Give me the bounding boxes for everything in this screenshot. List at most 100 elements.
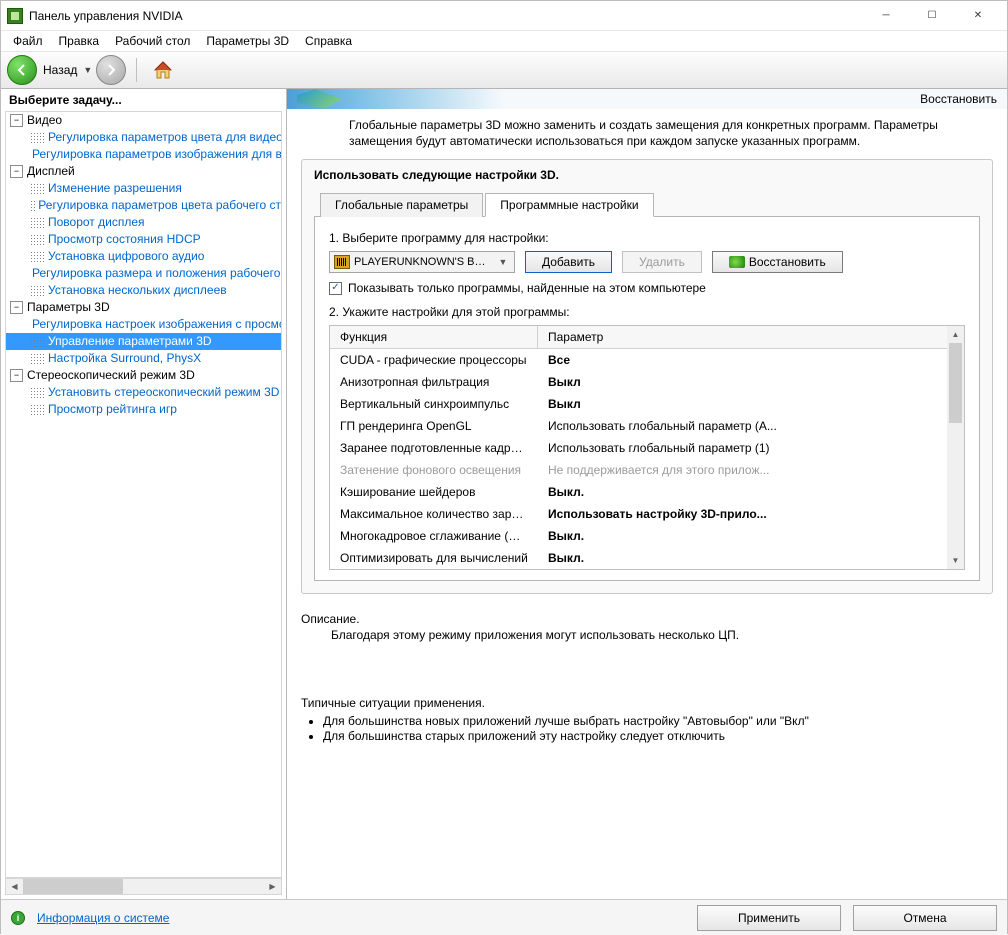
cancel-button[interactable]: Отмена [853, 905, 997, 931]
tab-global[interactable]: Глобальные параметры [320, 193, 483, 217]
page-banner: Восстановить [287, 89, 1007, 109]
col-header-function[interactable]: Функция [330, 326, 538, 349]
system-info-link[interactable]: Информация о системе [37, 911, 169, 925]
tree-dotline [30, 285, 46, 297]
setting-value: Использовать настройку 3D-прило... [538, 505, 947, 523]
scroll-up-arrow[interactable]: ▲ [947, 326, 964, 343]
tree-item[interactable]: Установка цифрового аудио [6, 248, 282, 265]
tree-category[interactable]: −Дисплей [6, 163, 282, 180]
tree-expander-icon[interactable]: − [10, 301, 23, 314]
tree-item[interactable]: Управление параметрами 3D [6, 333, 282, 350]
tree-expander-icon[interactable]: − [10, 114, 23, 127]
delete-button: Удалить [622, 251, 702, 273]
table-row[interactable]: Максимальное количество заранее ...Испол… [330, 503, 947, 525]
tab-body: 1. Выберите программу для настройки: PLA… [314, 216, 980, 581]
navigation-toolbar: Назад ▼ [1, 51, 1007, 89]
tab-program[interactable]: Программные настройки [485, 193, 653, 217]
menu-desktop[interactable]: Рабочий стол [107, 32, 198, 50]
tree-item-label: Установить стереоскопический режим 3D [48, 384, 279, 401]
forward-button[interactable] [96, 55, 126, 85]
nvidia-logo-icon [729, 256, 745, 268]
menu-edit[interactable]: Правка [51, 32, 108, 50]
tree-item[interactable]: Установить стереоскопический режим 3D [6, 384, 282, 401]
setting-function: Многокадровое сглаживание (MFAA) [330, 527, 538, 545]
table-row[interactable]: Кэширование шейдеровВыкл. [330, 481, 947, 503]
tree-item[interactable]: Регулировка размера и положения рабочего… [6, 265, 282, 282]
show-only-found-checkbox[interactable]: ✓ [329, 282, 342, 295]
scroll-down-arrow[interactable]: ▼ [947, 552, 964, 569]
window-title: Панель управления NVIDIA [29, 9, 863, 23]
scroll-thumb[interactable] [23, 879, 123, 894]
restore-program-button[interactable]: Восстановить [712, 251, 843, 273]
table-row[interactable]: Многокадровое сглаживание (MFAA)Выкл. [330, 525, 947, 547]
setting-function: ГП рендеринга OpenGL [330, 417, 538, 435]
table-vertical-scrollbar[interactable]: ▲ ▼ [947, 326, 964, 569]
usage-list-item: Для большинства новых приложений лучше в… [323, 714, 993, 728]
show-only-found-label: Показывать только программы, найденные н… [348, 281, 706, 295]
table-row[interactable]: ГП рендеринга OpenGLИспользовать глобаль… [330, 415, 947, 437]
tree-dotline [30, 234, 46, 246]
tree-item[interactable]: Регулировка параметров цвета для видео [6, 129, 282, 146]
menu-params3d[interactable]: Параметры 3D [198, 32, 297, 50]
menu-help[interactable]: Справка [297, 32, 360, 50]
tree-dotline [30, 251, 46, 263]
maximize-button[interactable]: ☐ [909, 1, 955, 31]
tree-category-label: Параметры 3D [27, 299, 110, 316]
tree-category[interactable]: −Стереоскопический режим 3D [6, 367, 282, 384]
tree-dotline [30, 183, 46, 195]
program-selected-text: PLAYERUNKNOWN'S BATTLEGR... [354, 256, 490, 268]
table-row[interactable]: Заранее подготовленные кадры ви...Исполь… [330, 437, 947, 459]
setting-value: Выкл [538, 373, 947, 391]
usage-title: Типичные ситуации применения. [301, 696, 993, 710]
tree-horizontal-scrollbar[interactable]: ◀ ▶ [5, 878, 282, 895]
scroll-left-arrow[interactable]: ◀ [6, 879, 23, 894]
back-label: Назад [43, 63, 77, 77]
tree-item-label: Регулировка параметров цвета рабочего ст… [38, 197, 282, 214]
minimize-button[interactable]: ─ [863, 1, 909, 31]
scroll-thumb-vertical[interactable] [949, 343, 962, 423]
tree-item[interactable]: Изменение разрешения [6, 180, 282, 197]
tree-item[interactable]: Установка нескольких дисплеев [6, 282, 282, 299]
tree-item[interactable]: Регулировка параметров цвета рабочего ст… [6, 197, 282, 214]
tree-category[interactable]: −Видео [6, 112, 282, 129]
table-row[interactable]: Оптимизировать для вычисленийВыкл. [330, 547, 947, 569]
usage-section: Типичные ситуации применения. Для больши… [301, 696, 993, 743]
home-icon[interactable] [151, 58, 175, 82]
task-tree[interactable]: −ВидеоРегулировка параметров цвета для в… [5, 111, 282, 878]
table-row[interactable]: Затенение фонового освещенияНе поддержив… [330, 459, 947, 481]
tree-expander-icon[interactable]: − [10, 369, 23, 382]
tree-item-label: Регулировка параметров изображения для в… [32, 146, 282, 163]
close-button[interactable]: ✕ [955, 1, 1001, 31]
table-row[interactable]: Вертикальный синхроимпульсВыкл [330, 393, 947, 415]
setting-value: Выкл [538, 395, 947, 413]
tree-item[interactable]: Просмотр состояния HDCP [6, 231, 282, 248]
setting-function: CUDA - графические процессоры [330, 351, 538, 369]
back-button[interactable] [7, 55, 37, 85]
tree-item[interactable]: Регулировка настроек изображения с просм… [6, 316, 282, 333]
main-panel: Восстановить Глобальные параметры 3D мож… [287, 89, 1007, 899]
back-dropdown-arrow[interactable]: ▼ [83, 65, 92, 75]
restore-defaults-link[interactable]: Восстановить [920, 92, 997, 106]
settings-tabs: Глобальные параметры Программные настрой… [302, 192, 992, 216]
usage-list-item: Для большинства старых приложений эту на… [323, 729, 993, 743]
tree-item[interactable]: Поворот дисплея [6, 214, 282, 231]
tree-dotline [30, 132, 46, 144]
col-header-parameter[interactable]: Параметр [538, 326, 947, 349]
apply-button[interactable]: Применить [697, 905, 841, 931]
scroll-right-arrow[interactable]: ▶ [264, 879, 281, 894]
tree-expander-icon[interactable]: − [10, 165, 23, 178]
description-section: Описание. Благодаря этому режиму приложе… [301, 612, 993, 642]
menu-file[interactable]: Файл [5, 32, 51, 50]
table-row[interactable]: Анизотропная фильтрацияВыкл [330, 371, 947, 393]
tree-item[interactable]: Просмотр рейтинга игр [6, 401, 282, 418]
tree-item[interactable]: Регулировка параметров изображения для в… [6, 146, 282, 163]
add-button[interactable]: Добавить [525, 251, 612, 273]
title-bar: Панель управления NVIDIA ─ ☐ ✕ [1, 1, 1007, 31]
tree-dotline [30, 200, 36, 212]
description-title: Описание. [301, 612, 993, 626]
table-row[interactable]: CUDA - графические процессорыВсе [330, 349, 947, 371]
pubg-icon [334, 255, 350, 269]
program-selector[interactable]: PLAYERUNKNOWN'S BATTLEGR... ▼ [329, 251, 515, 273]
tree-item[interactable]: Настройка Surround, PhysX [6, 350, 282, 367]
tree-category[interactable]: −Параметры 3D [6, 299, 282, 316]
